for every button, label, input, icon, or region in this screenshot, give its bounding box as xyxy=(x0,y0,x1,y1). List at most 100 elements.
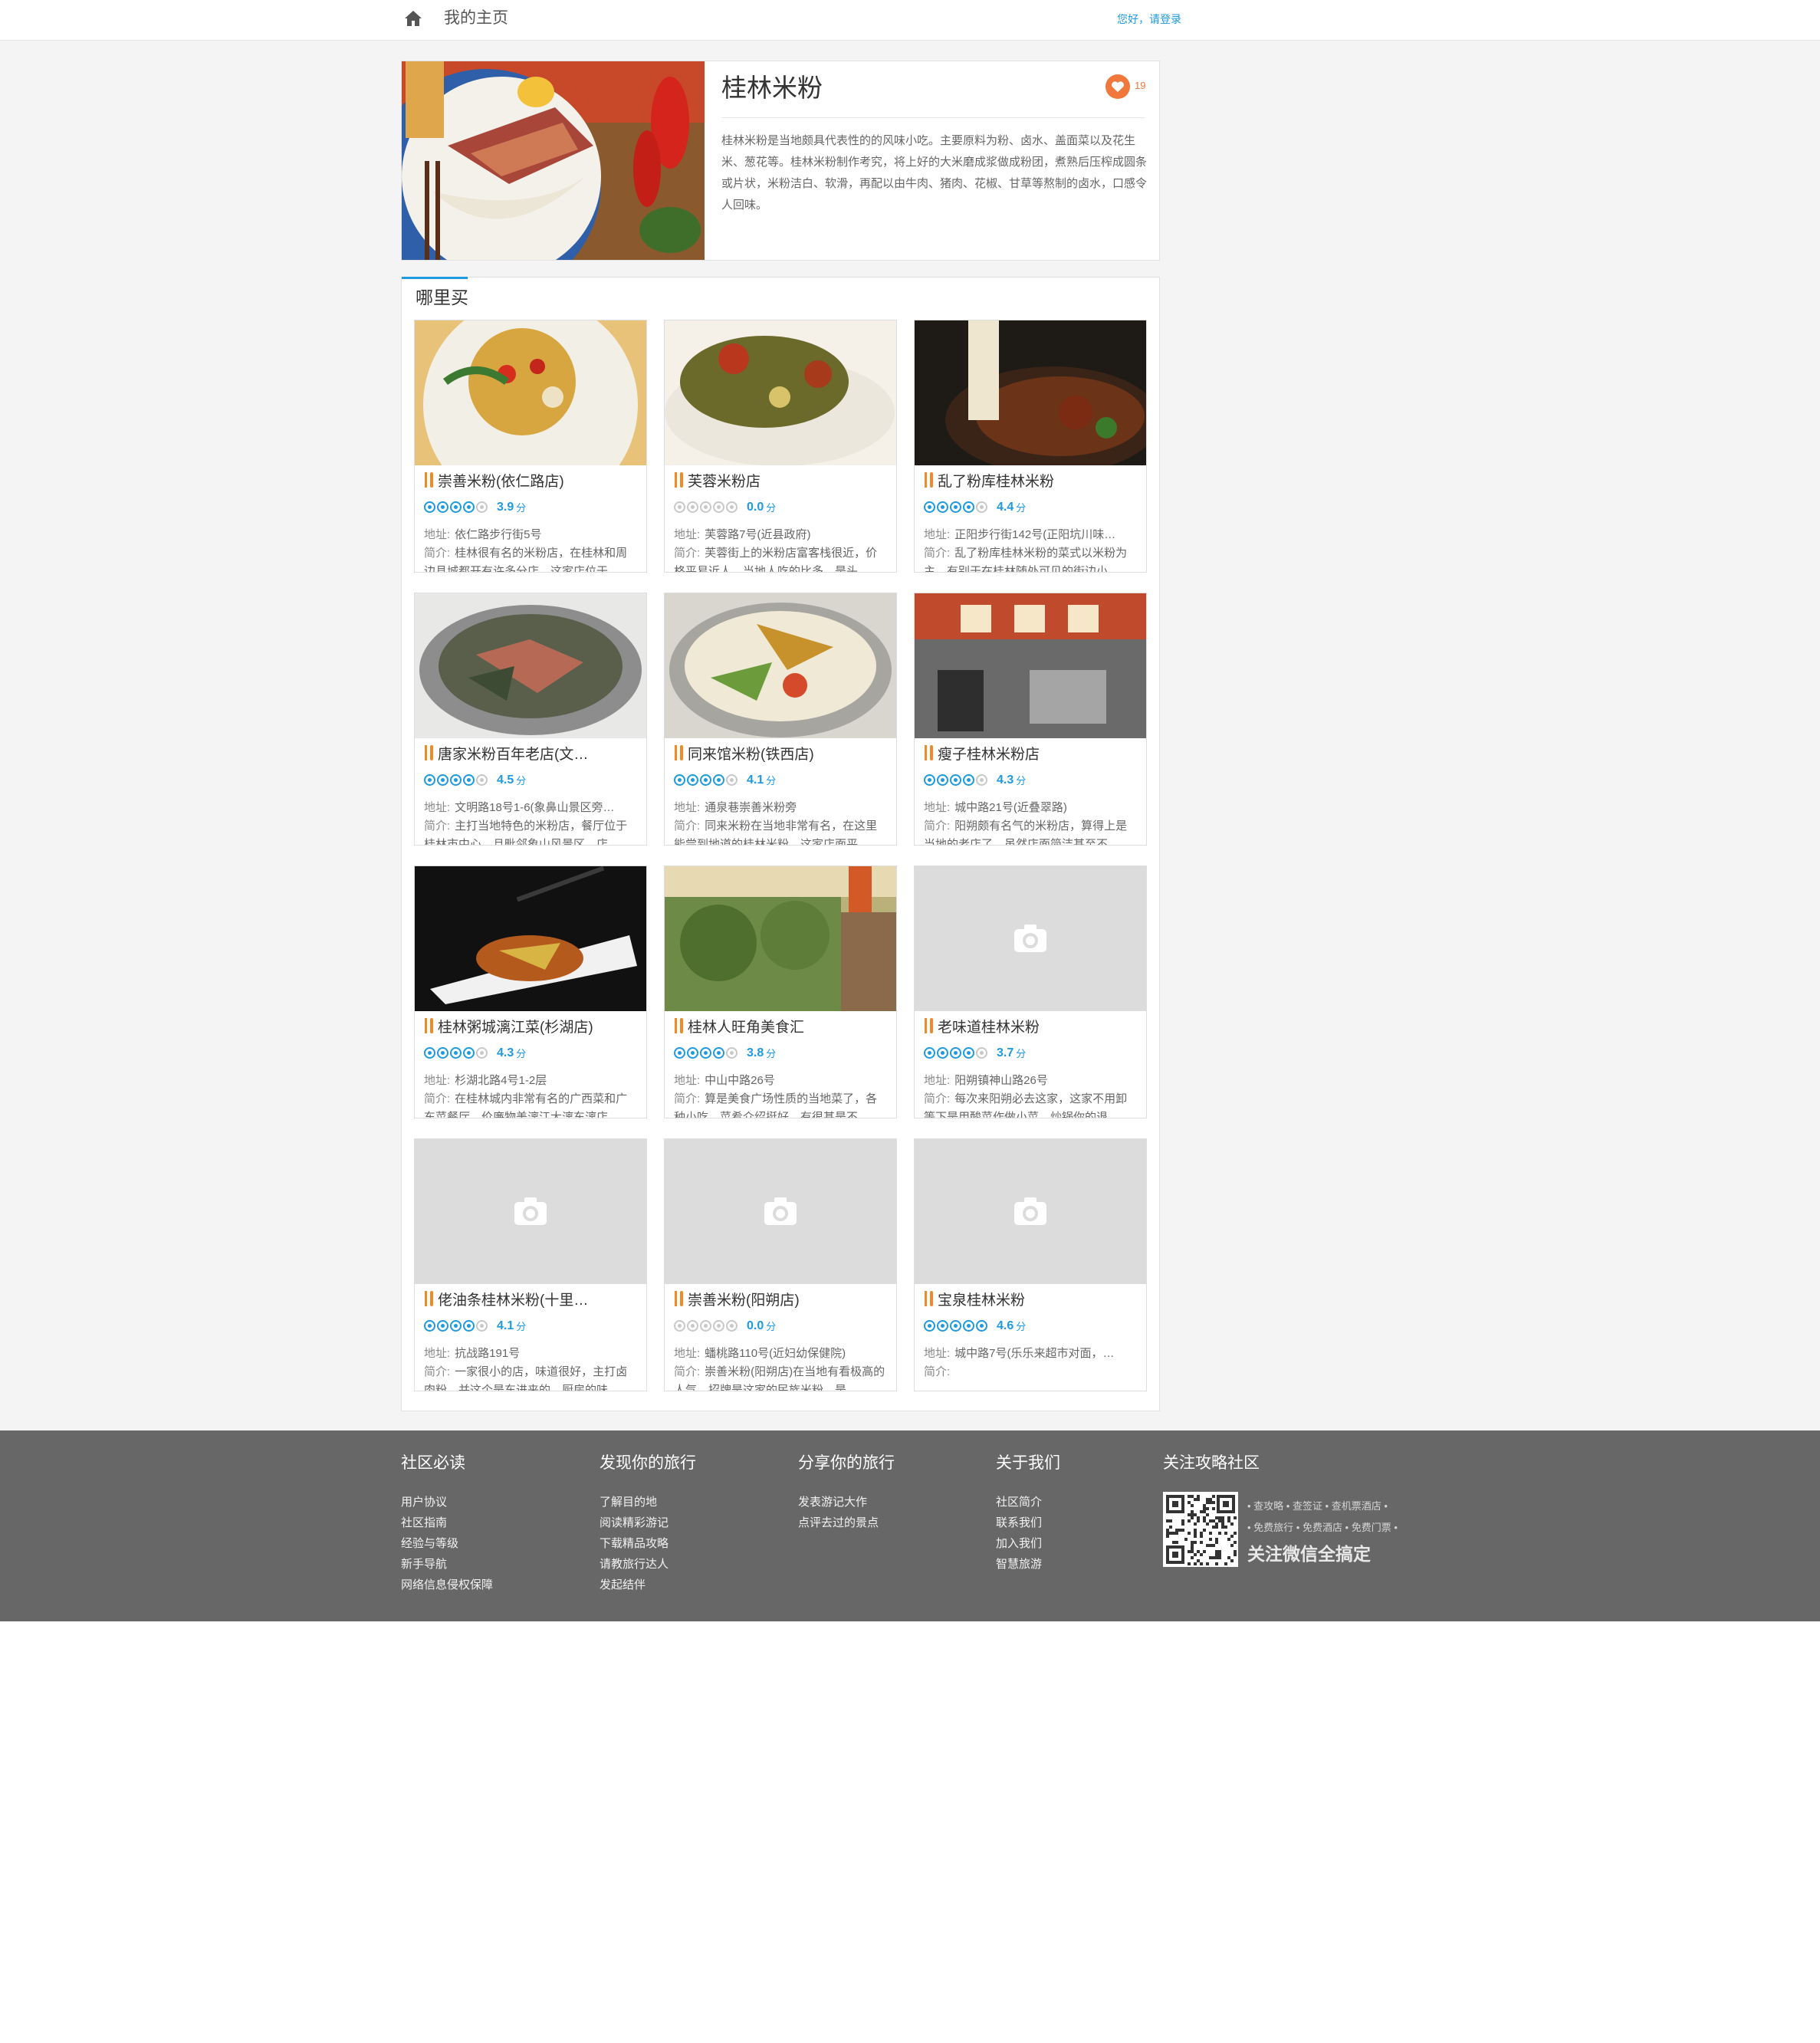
shop-name[interactable]: 唐家米粉百年老店(文… xyxy=(438,747,588,763)
footer-link[interactable]: 用户协议 xyxy=(401,1492,493,1513)
shop-name-row[interactable]: 崇善米粉(依仁路店) xyxy=(424,472,640,492)
rating-star xyxy=(713,501,724,513)
shop-card[interactable]: 崇善米粉(依仁路店) 3.9 分地址: 依仁路步行街5号 简介: 桂林很有名的米粉店，在桂… xyxy=(414,320,647,573)
shop-card[interactable]: 崇善米粉(阳朔店) 0.0 分地址: 蟠桃路110号(近妇幼保健院) 简介: 崇善米粉(阳… xyxy=(664,1138,897,1391)
rating-star xyxy=(424,774,435,786)
shop-card[interactable]: 宝泉桂林米粉 4.6 分地址: 城中路7号(乐乐来超市对面，… 简介: xyxy=(914,1138,1147,1391)
footer-link[interactable]: 了解目的地 xyxy=(600,1492,696,1513)
shop-intro: 在桂林城内非常有名的广西菜和广东菜餐厅，价廉物美漓江大漓东漓店 xyxy=(424,1092,628,1118)
footer-link[interactable]: 请教旅行达人 xyxy=(600,1554,696,1575)
footer-link[interactable]: 联系我们 xyxy=(996,1513,1060,1533)
footer-link[interactable]: 点评去过的景点 xyxy=(798,1513,895,1533)
shop-intro: 阳朔颇有名气的米粉店，算得上是当地的老店了，虽然店面简洁甚至不 xyxy=(924,819,1128,846)
shop-name-row[interactable]: 唐家米粉百年老店(文… xyxy=(424,745,640,765)
shop-name-row[interactable]: 同来馆米粉(铁西店) xyxy=(674,745,890,765)
shop-name-row[interactable]: 崇善米粉(阳朔店) xyxy=(674,1291,890,1311)
rating-star xyxy=(963,774,974,786)
shop-name[interactable]: 佬油条桂林米粉(十里… xyxy=(438,1292,588,1309)
shop-info: 地址: 城中路21号(近叠翠路) 简介: 阳朔颇有名气的米粉店，算得上是当地的老店了，… xyxy=(924,799,1138,846)
shop-photo[interactable] xyxy=(415,320,646,465)
fork-knife-icon xyxy=(674,1291,685,1306)
shop-name[interactable]: 同来馆米粉(铁西店) xyxy=(688,747,814,763)
shop-photo[interactable] xyxy=(415,866,646,1011)
fork-knife-icon xyxy=(924,1291,935,1306)
footer-column-title: 发现你的旅行 xyxy=(600,1454,696,1472)
shop-photo[interactable] xyxy=(665,320,896,465)
footer-link[interactable]: 阅读精彩游记 xyxy=(600,1513,696,1533)
shop-name-row[interactable]: 宝泉桂林米粉 xyxy=(924,1291,1140,1311)
rating-star xyxy=(450,1320,462,1332)
shop-card[interactable]: 同来馆米粉(铁西店) 4.1 分地址: 通泉巷崇善米粉旁 简介: 同来米粉在当地非常有名，… xyxy=(664,593,897,846)
rating-star xyxy=(937,1047,948,1059)
footer-link[interactable]: 下载精品攻略 xyxy=(600,1533,696,1554)
shop-name[interactable]: 桂林人旺角美食汇 xyxy=(688,1020,804,1036)
shop-name[interactable]: 崇善米粉(依仁路店) xyxy=(438,474,564,490)
rating-star xyxy=(924,1320,935,1332)
camera-placeholder-icon[interactable] xyxy=(415,1139,646,1284)
camera-placeholder-icon[interactable] xyxy=(665,1139,896,1284)
shop-intro-line: 简介: 一家很小的店，味道很好，主打卤肉粉，并这个是东进来的，厨房的味 xyxy=(424,1363,639,1391)
shop-card[interactable]: 乱了粉库桂林米粉 4.4 分地址: 正阳步行街142号(正阳坑川味… 简介: 乱了粉库桂林… xyxy=(914,320,1147,573)
footer-link[interactable]: 新手导航 xyxy=(401,1554,493,1575)
rating-star xyxy=(687,1047,698,1059)
rating-star xyxy=(437,1320,448,1332)
shop-intro-line: 简介: 同来米粉在当地非常有名，在这里能尝到地道的桂林米粉，这家店面平 xyxy=(674,817,889,845)
footer-link[interactable]: 社区指南 xyxy=(401,1513,493,1533)
shop-address-line: 地址: 城中路21号(近叠翠路) xyxy=(924,799,1138,817)
footer-column: 关注攻略社区 xyxy=(1163,1452,1260,1492)
shop-name-row[interactable]: 桂林粥城漓江菜(杉湖店) xyxy=(424,1018,640,1038)
shop-name[interactable]: 老味道桂林米粉 xyxy=(938,1020,1040,1036)
shop-name[interactable]: 乱了粉库桂林米粉 xyxy=(938,474,1054,490)
camera-placeholder-icon[interactable] xyxy=(915,866,1146,1011)
shop-photo[interactable] xyxy=(665,866,896,1011)
camera-placeholder-icon[interactable] xyxy=(915,1139,1146,1284)
footer-link[interactable]: 智慧旅游 xyxy=(996,1554,1060,1575)
shop-address: 文明路18号1-6(象鼻山景区旁… xyxy=(455,801,615,814)
shop-name[interactable]: 芙蓉米粉店 xyxy=(688,474,761,490)
shop-card[interactable]: 桂林粥城漓江菜(杉湖店) 4.3 分地址: 杉湖北路4号1-2层 简介: 在桂林城内非常有… xyxy=(414,865,647,1118)
intro-key: 简介: xyxy=(674,547,701,560)
shop-card[interactable]: 桂林人旺角美食汇 3.8 分地址: 中山中路26号 简介: 算是美食广场性质的当地菜了，各… xyxy=(664,865,897,1118)
shop-photo[interactable] xyxy=(915,593,1146,738)
footer-link[interactable]: 社区简介 xyxy=(996,1492,1060,1513)
home-icon[interactable] xyxy=(404,10,422,27)
star-rating-icon: 4.1 分 xyxy=(674,773,776,790)
shop-name[interactable]: 崇善米粉(阳朔店) xyxy=(688,1292,800,1309)
shop-name-row[interactable]: 芙蓉米粉店 xyxy=(674,472,890,492)
shop-card[interactable]: 老味道桂林米粉 3.7 分地址: 阳朔镇神山路26号 简介: 每次来阳朔必去这家，这家不用… xyxy=(914,865,1147,1118)
shop-name[interactable]: 宝泉桂林米粉 xyxy=(938,1292,1025,1309)
footer-link[interactable]: 发起结伴 xyxy=(600,1575,696,1595)
shop-name-row[interactable]: 乱了粉库桂林米粉 xyxy=(924,472,1140,492)
shop-photo[interactable] xyxy=(915,320,1146,465)
shop-info: 地址: 杉湖北路4号1-2层 简介: 在桂林城内非常有名的广西菜和广东菜餐厅，价廉物美… xyxy=(424,1072,639,1118)
shop-name[interactable]: 桂林粥城漓江菜(杉湖店) xyxy=(438,1020,593,1036)
shop-card[interactable]: 唐家米粉百年老店(文… 4.5 分地址: 文明路18号1-6(象鼻山景区旁… 简介: 主打… xyxy=(414,593,647,846)
home-link[interactable]: 我的主页 xyxy=(444,8,508,29)
footer-link[interactable]: 加入我们 xyxy=(996,1533,1060,1554)
star-rating-icon: 4.3 分 xyxy=(424,1046,526,1063)
shop-name-row[interactable]: 桂林人旺角美食汇 xyxy=(674,1018,890,1038)
footer-link[interactable]: 网络信息侵权保障 xyxy=(401,1575,493,1595)
rating-star xyxy=(950,1320,961,1332)
star-rating-icon: 3.7 分 xyxy=(924,1046,1026,1063)
shop-name-row[interactable]: 老味道桂林米粉 xyxy=(924,1018,1140,1038)
shop-name-row[interactable]: 瘦子桂林米粉店 xyxy=(924,745,1140,765)
shop-name[interactable]: 瘦子桂林米粉店 xyxy=(938,747,1040,763)
shop-name-row[interactable]: 佬油条桂林米粉(十里… xyxy=(424,1291,640,1311)
heart-icon[interactable] xyxy=(1105,74,1130,99)
shop-card[interactable]: 佬油条桂林米粉(十里… 4.1 分地址: 抗战路191号 简介: 一家很小的店，味道很好，… xyxy=(414,1138,647,1391)
login-link[interactable]: 您好，请登录 xyxy=(1117,11,1181,27)
fork-knife-icon xyxy=(924,472,935,488)
rating-star xyxy=(976,1320,987,1332)
shop-photo[interactable] xyxy=(665,593,896,738)
shop-address: 城中路21号(近叠翠路) xyxy=(954,801,1067,814)
shop-photo[interactable] xyxy=(415,593,646,738)
rating-star xyxy=(463,1320,475,1332)
footer-link[interactable]: 发表游记大作 xyxy=(798,1492,895,1513)
rating-star xyxy=(726,774,738,786)
fork-knife-icon xyxy=(924,745,935,760)
shop-card[interactable]: 瘦子桂林米粉店 4.3 分地址: 城中路21号(近叠翠路) 简介: 阳朔颇有名气的米粉店，… xyxy=(914,593,1147,846)
shop-address: 蟠桃路110号(近妇幼保健院) xyxy=(705,1347,846,1360)
shop-card[interactable]: 芙蓉米粉店 0.0 分地址: 芙蓉路7号(近县政府) 简介: 芙蓉街上的米粉店富客栈很近，… xyxy=(664,320,897,573)
footer-link[interactable]: 经验与等级 xyxy=(401,1533,493,1554)
